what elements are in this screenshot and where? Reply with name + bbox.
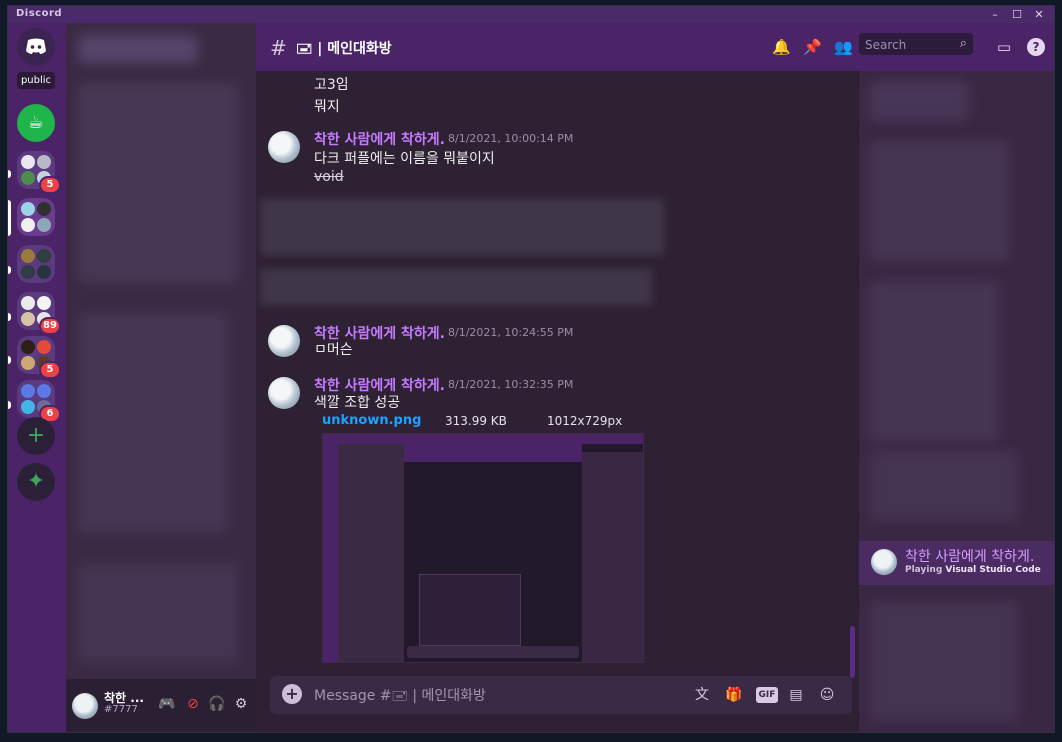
sticker-icon[interactable]: ▤: [786, 685, 806, 705]
server-folder[interactable]: [17, 245, 55, 283]
gift-icon[interactable]: 🎁: [724, 685, 744, 705]
blurred-members: [869, 601, 1019, 721]
emoji-icon[interactable]: ☺: [817, 685, 837, 705]
cup-icon: ☕: [27, 112, 45, 133]
member-list: 착한 사람에게 착하게. Playing Visual Studio Code: [859, 71, 1054, 732]
title-bar: Discord – ☐ ✕: [8, 6, 1054, 23]
search-icon: ⌕: [959, 36, 967, 51]
pin-icon[interactable]: 📌: [803, 38, 822, 56]
gamepad-icon[interactable]: 🎮: [158, 696, 176, 714]
member-status: Playing Visual Studio Code: [905, 565, 1041, 575]
scrollbar-thumb[interactable]: [850, 626, 855, 678]
message-timestamp: 8/1/2021, 10:32:35 PM: [448, 378, 574, 391]
message-composer: + 文 🎁 GIF ▤ ☺: [270, 676, 852, 716]
attachment-size: 313.99 KB: [445, 414, 507, 428]
server-folder[interactable]: [17, 198, 55, 236]
message-line: ㅁ머슨: [314, 342, 353, 358]
user-panel: 착한 ... #7777 🎮 ⊘ 🎧 ⚙: [66, 679, 256, 732]
server-folder[interactable]: 5: [17, 151, 59, 192]
gif-button[interactable]: GIF: [756, 687, 778, 703]
message-timestamp: 8/1/2021, 10:00:14 PM: [448, 132, 574, 145]
blurred-channel-list: [78, 83, 238, 283]
mention-badge: 89: [41, 319, 59, 333]
headphones-icon[interactable]: 🎧: [208, 696, 226, 714]
message-line: 색깔 조합 성공: [314, 395, 401, 411]
member-name: 착한 사람에게 착하게.: [905, 549, 1035, 565]
avatar[interactable]: [268, 131, 300, 163]
discord-logo-icon: [26, 38, 46, 54]
guild-bar: public ☕ 5 89 5 6 + ✦: [8, 23, 66, 732]
server-folder[interactable]: 6: [17, 380, 59, 421]
avatar[interactable]: [268, 325, 300, 357]
blurred-members: [869, 451, 1019, 521]
help-icon[interactable]: ?: [1027, 38, 1045, 56]
member-item[interactable]: 착한 사람에게 착하게. Playing Visual Studio Code: [859, 541, 1054, 585]
blurred-members: [869, 141, 1009, 261]
attachment-filename[interactable]: unknown.png: [322, 413, 421, 428]
server-folder[interactable]: 89: [17, 292, 59, 333]
search-box[interactable]: ⌕: [859, 33, 973, 57]
inbox-icon[interactable]: ▭: [995, 38, 1013, 56]
mention-badge: 5: [41, 363, 59, 377]
add-server-button[interactable]: +: [17, 417, 55, 455]
unread-pill: [8, 170, 11, 178]
attachment-dimensions: 1012x729px: [547, 414, 623, 428]
message-line: 뭐지: [314, 99, 340, 115]
blurred-message: [260, 269, 652, 305]
avatar[interactable]: [268, 377, 300, 409]
gear-icon[interactable]: ⚙: [232, 696, 250, 714]
channel-header: # 🖃 | 메인대화방 🔔 📌 👥 ⌕ ▭ ?: [256, 23, 1054, 71]
avatar[interactable]: [72, 693, 98, 719]
message-line: 고3임: [314, 77, 349, 93]
attach-plus-button[interactable]: +: [282, 684, 302, 704]
mute-microphone-icon[interactable]: ⊘: [184, 696, 202, 714]
avatar: [871, 549, 897, 575]
guild-green-server[interactable]: ☕: [17, 104, 55, 142]
search-input[interactable]: [859, 33, 955, 57]
minimize-button[interactable]: –: [984, 6, 1006, 23]
members-icon[interactable]: 👥: [834, 38, 853, 56]
message-line: 다크 퍼플에는 이름을 뭐붙이지: [314, 151, 495, 167]
blurred-server-name: [78, 35, 198, 63]
translate-icon[interactable]: 文: [692, 685, 712, 705]
message-strikethrough: void: [314, 169, 344, 185]
user-tag: #7777: [104, 704, 138, 715]
mention-badge: 5: [41, 178, 59, 192]
blurred-members: [869, 81, 969, 121]
compass-icon: ✦: [26, 469, 46, 494]
message-author[interactable]: 착한 사람에게 착하게.: [314, 129, 445, 149]
unread-pill: [8, 266, 11, 274]
attachment-info: unknown.png 313.99 KB 1012x729px: [322, 413, 622, 428]
close-button[interactable]: ✕: [1028, 6, 1050, 23]
unread-pill: [8, 313, 11, 321]
home-button[interactable]: [17, 28, 55, 66]
guild-public-label[interactable]: public: [17, 72, 55, 89]
blurred-members: [869, 281, 999, 441]
plus-icon: +: [26, 423, 46, 448]
maximize-button[interactable]: ☐: [1006, 6, 1028, 23]
explore-servers-button[interactable]: ✦: [17, 463, 55, 501]
message-list: 고3임 뭐지 착한 사람에게 착하게. 8/1/2021, 10:00:14 P…: [256, 71, 858, 732]
message-timestamp: 8/1/2021, 10:24:55 PM: [448, 326, 574, 339]
attached-image[interactable]: [322, 433, 644, 663]
message-input[interactable]: [312, 676, 676, 716]
hash-icon: #: [270, 36, 287, 60]
unread-pill: [8, 356, 11, 364]
blurred-channel-list: [78, 563, 238, 663]
bell-icon[interactable]: 🔔: [772, 38, 791, 56]
app-title: Discord: [16, 8, 63, 19]
channel-sidebar: [66, 23, 256, 732]
channel-name: 🖃 | 메인대화방: [296, 41, 392, 57]
discord-window: Discord – ☐ ✕ public ☕ 5 89 5 6 + ✦ 착한 .…: [8, 6, 1054, 732]
server-folder[interactable]: 5: [17, 336, 59, 377]
blurred-channel-list: [78, 313, 228, 533]
unread-pill: [8, 401, 11, 409]
selected-pill: [8, 200, 11, 236]
blurred-message: [260, 199, 664, 255]
